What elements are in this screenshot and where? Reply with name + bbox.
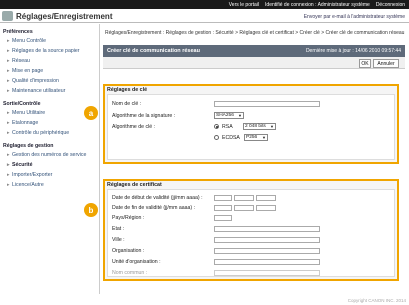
start-date-label: Date de début de validité (jj/mm aaaa) : — [112, 195, 203, 201]
key-settings-body: Nom de clé : Algorithme de la signature … — [107, 94, 395, 160]
rsa-label: RSA — [222, 124, 233, 130]
login-info: Identifié de connexion : Administrateur … — [265, 1, 370, 8]
sidebar: Préférences Menu Contrôle Réglages de la… — [0, 24, 100, 294]
country-input[interactable] — [214, 215, 232, 221]
ecdsa-label: ECDSA — [222, 135, 240, 141]
sidebar-item-user-maintenance[interactable]: Maintenance utilisateur — [0, 86, 99, 96]
sidebar-item-security[interactable]: Sécurité — [0, 160, 99, 170]
sidebar-section-preferences: Préférences — [3, 29, 33, 35]
ecdsa-curve-value: P256 — [246, 135, 258, 140]
end-month-input[interactable] — [234, 205, 254, 211]
signature-algo-label: Algorithme de la signature : — [112, 113, 176, 119]
sidebar-item-paper-source[interactable]: Réglages de la source papier — [0, 46, 99, 56]
sidebar-item-print-quality[interactable]: Qualité d'impression — [0, 76, 99, 86]
rsa-radio[interactable] — [214, 124, 219, 129]
page-title-bar: Créer clé de communication réseau Derniè… — [103, 45, 405, 57]
country-label: Pays/Région : — [112, 215, 145, 221]
sidebar-item-service-numbers[interactable]: Gestion des numéros de service — [0, 150, 99, 160]
rsa-bits-select[interactable]: 2 048 bits ▼ — [243, 123, 276, 130]
sidebar-item-import-export[interactable]: Importer/Exporter — [0, 170, 99, 180]
sidebar-item-license[interactable]: Licence/Autre — [0, 180, 99, 190]
city-label: Ville : — [112, 237, 125, 243]
ok-button[interactable]: OK — [359, 59, 371, 68]
key-name-label: Nom de clé : — [112, 101, 142, 107]
common-name-label: Nom commun : — [112, 270, 148, 276]
end-year-input[interactable] — [256, 205, 276, 211]
common-name-input[interactable] — [214, 270, 320, 276]
start-month-input[interactable] — [234, 195, 254, 201]
organization-input[interactable] — [214, 248, 320, 254]
last-updated: Dernière mise à jour : 14/06 2010 09:57:… — [305, 48, 401, 54]
sidebar-item-layout[interactable]: Mise en page — [0, 66, 99, 76]
sidebar-section-management: Réglages de gestion — [3, 143, 54, 149]
signature-algo-value: SHA256 — [216, 113, 234, 118]
state-label: Etat : — [112, 226, 125, 232]
copyright: Copyright CANON INC. 2014 — [347, 298, 406, 303]
sidebar-item-menu-control[interactable]: Menu Contrôle — [0, 36, 99, 46]
sidebar-item-calibration[interactable]: Etalonnage — [0, 118, 99, 128]
page-title: Créer clé de communication réseau — [107, 48, 200, 54]
key-settings-title: Réglages de clé — [107, 87, 148, 93]
sidebar-item-network[interactable]: Réseau — [0, 56, 99, 66]
logout-link[interactable]: Déconnexion — [376, 2, 405, 8]
certificate-settings-body: Date de début de validité (jj/mm aaaa) :… — [107, 189, 395, 277]
chevron-down-icon: ▼ — [238, 113, 242, 118]
key-name-input[interactable] — [214, 101, 320, 107]
start-year-input[interactable] — [256, 195, 276, 201]
breadcrumb: Réglages/Enregistrement : Réglages de ge… — [105, 30, 405, 36]
ecdsa-radio[interactable] — [214, 135, 219, 140]
org-unit-label: Unité d'organisation : — [112, 259, 161, 265]
sidebar-item-device-control[interactable]: Contrôle du périphérique — [0, 128, 99, 138]
signature-algo-select[interactable]: SHA256 ▼ — [214, 112, 244, 119]
key-algo-label: Algorithme de clé : — [112, 124, 155, 130]
main-content: Réglages/Enregistrement : Réglages de ge… — [103, 24, 409, 294]
cancel-button[interactable]: Annuler — [373, 59, 399, 68]
top-bar: Vers le portail Identifié de connexion :… — [0, 0, 409, 9]
city-input[interactable] — [214, 237, 320, 243]
certificate-settings-title: Réglages de certificat — [107, 182, 162, 188]
portal-link[interactable]: Vers le portail — [229, 2, 259, 8]
app-title: Réglages/Enregistrement — [16, 12, 113, 21]
rsa-bits-value: 2 048 bits — [245, 124, 266, 129]
button-bar: OK Annuler — [103, 57, 405, 69]
printer-icon — [2, 11, 13, 21]
state-input[interactable] — [214, 226, 320, 232]
start-day-input[interactable] — [214, 195, 232, 201]
end-day-input[interactable] — [214, 205, 232, 211]
chevron-down-icon: ▼ — [270, 124, 274, 129]
mail-admin-link[interactable]: Envoyer par e-mail à l'administrateur sy… — [304, 14, 405, 20]
marker-a: a — [84, 106, 98, 120]
app-header: Réglages/Enregistrement Envoyer par e-ma… — [0, 9, 409, 23]
chevron-down-icon: ▼ — [262, 135, 266, 140]
key-settings-section: Réglages de clé Nom de clé : Algorithme … — [103, 84, 399, 164]
ecdsa-curve-select[interactable]: P256 ▼ — [244, 134, 268, 141]
sidebar-section-output: Sortie/Contrôle — [3, 101, 41, 107]
org-unit-input[interactable] — [214, 259, 320, 265]
certificate-settings-section: Réglages de certificat Date de début de … — [103, 179, 399, 281]
organization-label: Organisation : — [112, 248, 145, 254]
end-date-label: Date de fin de validité (jj/mm aaaa) : — [112, 205, 196, 211]
marker-b: b — [84, 203, 98, 217]
